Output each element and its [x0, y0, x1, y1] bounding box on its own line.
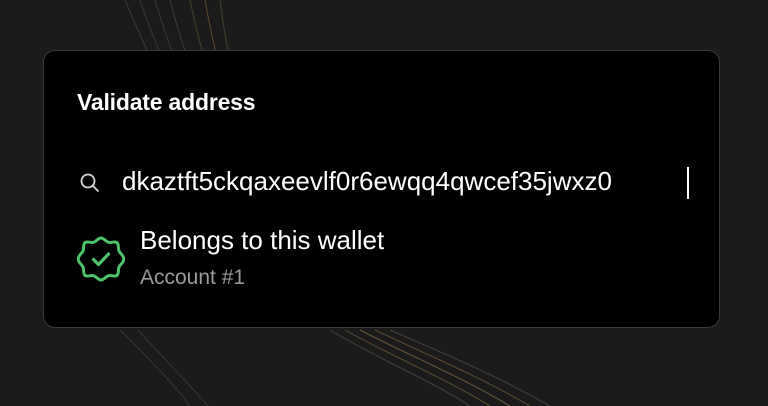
- background: Validate address Belongs to this wallet …: [0, 0, 768, 406]
- card-title: Validate address: [77, 89, 256, 115]
- verified-badge-icon: [76, 235, 126, 283]
- address-input[interactable]: [122, 161, 694, 201]
- account-label: Account #1: [140, 266, 246, 289]
- search-icon: [79, 172, 101, 194]
- validation-status: Belongs to this wallet: [140, 225, 385, 255]
- text-caret: [687, 167, 689, 199]
- validate-address-card: Validate address Belongs to this wallet …: [43, 50, 720, 328]
